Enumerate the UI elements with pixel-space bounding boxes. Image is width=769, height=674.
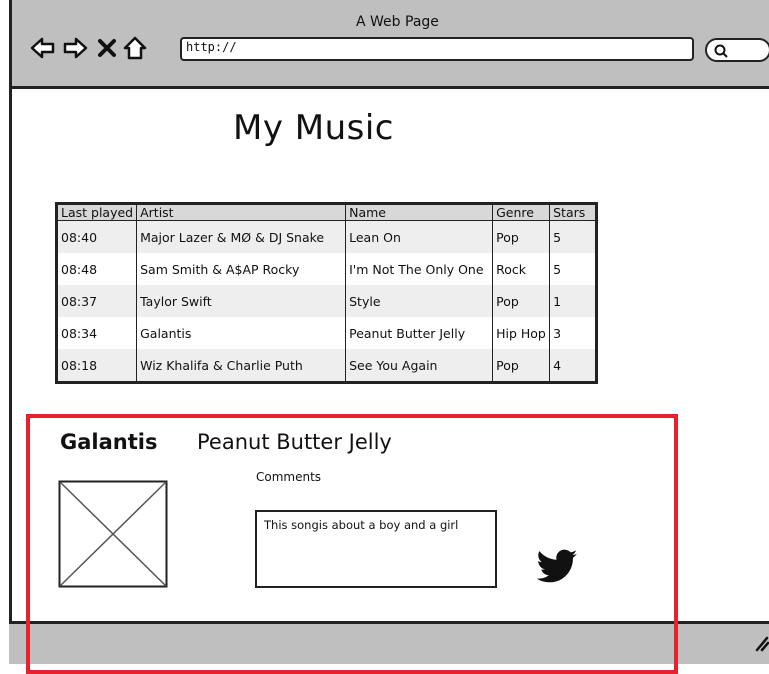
window-title: A Web Page	[356, 14, 439, 30]
address-bar[interactable]: http://	[180, 37, 694, 61]
home-icon[interactable]	[122, 36, 148, 64]
cell-last-played: 08:48	[56, 253, 137, 285]
cell-artist: Major Lazer & MØ & DJ Snake	[136, 220, 346, 253]
header-name[interactable]: Name	[345, 203, 493, 221]
cell-name: Style	[345, 285, 493, 317]
image-placeholder-icon	[58, 480, 168, 588]
header-stars[interactable]: Stars	[549, 203, 597, 221]
cell-artist: Wiz Khalifa & Charlie Puth	[136, 349, 346, 383]
cell-stars: 1	[549, 285, 597, 317]
table-row[interactable]: 08:37 Taylor Swift Style Pop 1	[56, 285, 597, 317]
search-icon	[714, 44, 728, 58]
cell-last-played: 08:18	[56, 349, 137, 383]
cell-last-played: 08:37	[56, 285, 137, 317]
twitter-icon[interactable]	[535, 549, 579, 591]
cell-last-played: 08:40	[56, 220, 137, 253]
page-title: My Music	[233, 108, 395, 148]
comments-textarea[interactable]: This songis about a boy and a girl	[255, 510, 497, 588]
cell-artist: Galantis	[136, 317, 346, 349]
comments-label: Comments	[256, 470, 322, 484]
table-row[interactable]: 08:40 Major Lazer & MØ & DJ Snake Lean O…	[56, 220, 597, 253]
title-bar: A Web Page http://	[12, 0, 769, 89]
music-table: Last played Artist Name Genre Stars 08:4…	[55, 202, 599, 384]
detail-song-title: Peanut Butter Jelly	[197, 430, 392, 454]
cell-stars: 5	[549, 220, 597, 253]
cell-last-played: 08:34	[56, 317, 137, 349]
close-icon[interactable]	[96, 36, 118, 64]
song-detail-panel: Galantis Peanut Butter Jelly Comments Th…	[26, 414, 678, 674]
cell-name: See You Again	[345, 349, 493, 383]
table-row[interactable]: 08:18 Wiz Khalifa & Charlie Puth See You…	[56, 349, 597, 383]
cell-genre: Hip Hop	[492, 317, 550, 349]
cell-genre: Pop	[492, 220, 550, 253]
cell-name: Lean On	[345, 220, 493, 253]
resize-grip-icon[interactable]	[753, 632, 769, 656]
cell-name: I'm Not The Only One	[345, 253, 493, 285]
header-artist[interactable]: Artist	[136, 203, 346, 221]
cell-artist: Sam Smith & A$AP Rocky	[136, 253, 346, 285]
cell-name: Peanut Butter Jelly	[345, 317, 493, 349]
header-last-played[interactable]: Last played	[56, 203, 137, 221]
cell-genre: Rock	[492, 253, 550, 285]
table-header-row: Last played Artist Name Genre Stars	[56, 203, 597, 221]
table-row[interactable]: 08:34 Galantis Peanut Butter Jelly Hip H…	[56, 317, 597, 349]
cell-stars: 4	[549, 349, 597, 383]
detail-artist: Galantis	[60, 430, 158, 454]
forward-arrow-icon[interactable]	[62, 36, 88, 64]
search-button[interactable]	[705, 38, 769, 62]
cell-stars: 3	[549, 317, 597, 349]
cell-genre: Pop	[492, 349, 550, 383]
cell-artist: Taylor Swift	[136, 285, 346, 317]
header-genre[interactable]: Genre	[492, 203, 550, 221]
cell-stars: 5	[549, 253, 597, 285]
table-row[interactable]: 08:48 Sam Smith & A$AP Rocky I'm Not The…	[56, 253, 597, 285]
cell-genre: Pop	[492, 285, 550, 317]
back-arrow-icon[interactable]	[30, 36, 56, 64]
